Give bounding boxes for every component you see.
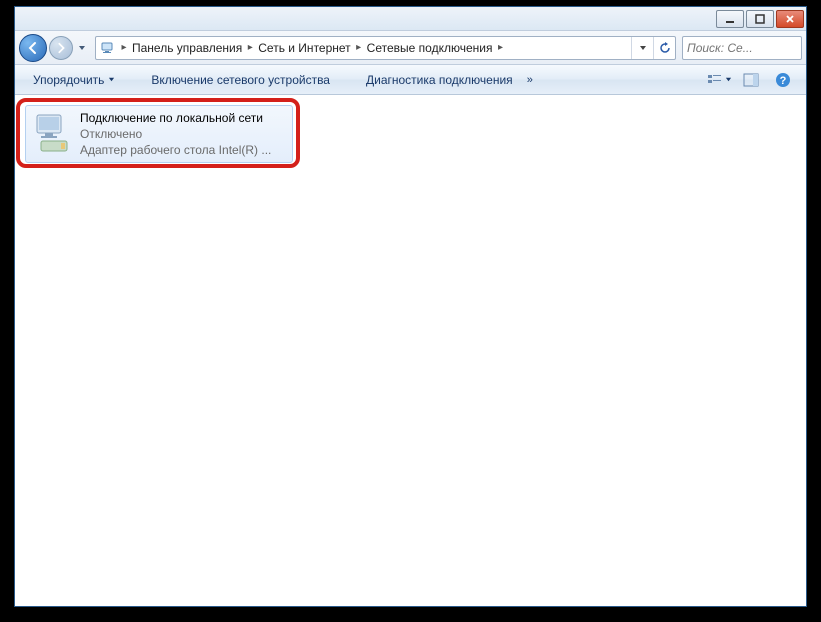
connection-title: Подключение по локальной сети [80,110,271,126]
network-connections-icon [98,38,118,58]
search-box[interactable] [682,36,802,60]
search-input[interactable] [687,41,797,55]
organize-menu[interactable]: Упорядочить [25,69,123,91]
connection-device: Адаптер рабочего стола Intel(R) ... [80,142,271,158]
toolbar-overflow[interactable]: » [521,74,539,86]
title-bar [15,7,806,31]
maximize-button[interactable] [746,10,774,28]
chevron-down-icon [725,76,732,83]
address-bar[interactable]: ▸ Панель управления ▸ Сеть и Интернет ▸ … [95,36,676,60]
breadcrumb-control-panel[interactable]: Панель управления [130,37,244,59]
connection-item-lan[interactable]: Подключение по локальной сети Отключено … [25,105,293,163]
connection-text: Подключение по локальной сети Отключено … [80,110,271,158]
organize-label: Упорядочить [33,73,104,87]
command-bar: Упорядочить Включение сетевого устройств… [15,65,806,95]
svg-text:?: ? [780,75,787,87]
view-options-button[interactable] [706,69,732,91]
help-button[interactable]: ? [770,69,796,91]
chevron-right-icon[interactable]: ▸ [118,42,130,53]
breadcrumb-network-internet[interactable]: Сеть и Интернет [256,37,352,59]
connection-status: Отключено [80,126,271,142]
chevron-down-icon [108,76,115,83]
enable-device-label: Включение сетевого устройства [151,73,330,87]
chevron-right-icon[interactable]: ▸ [494,42,506,53]
recent-pages-dropdown[interactable] [75,38,89,58]
enable-device-button[interactable]: Включение сетевого устройства [143,69,338,91]
diagnose-button[interactable]: Диагностика подключения [358,69,521,91]
navigation-bar: ▸ Панель управления ▸ Сеть и Интернет ▸ … [15,31,806,65]
minimize-button[interactable] [716,10,744,28]
diagnose-label: Диагностика подключения [366,73,513,87]
content-area: Подключение по локальной сети Отключено … [15,95,806,606]
back-button[interactable] [19,34,47,62]
explorer-window: ▸ Панель управления ▸ Сеть и Интернет ▸ … [14,6,807,607]
forward-button[interactable] [49,36,73,60]
close-button[interactable] [776,10,804,28]
address-dropdown[interactable] [631,37,653,59]
refresh-button[interactable] [653,37,675,59]
preview-pane-button[interactable] [738,69,764,91]
network-adapter-icon [30,110,76,156]
chevron-right-icon[interactable]: ▸ [353,42,365,53]
breadcrumb-network-connections[interactable]: Сетевые подключения [365,37,495,59]
chevron-right-icon[interactable]: ▸ [244,42,256,53]
